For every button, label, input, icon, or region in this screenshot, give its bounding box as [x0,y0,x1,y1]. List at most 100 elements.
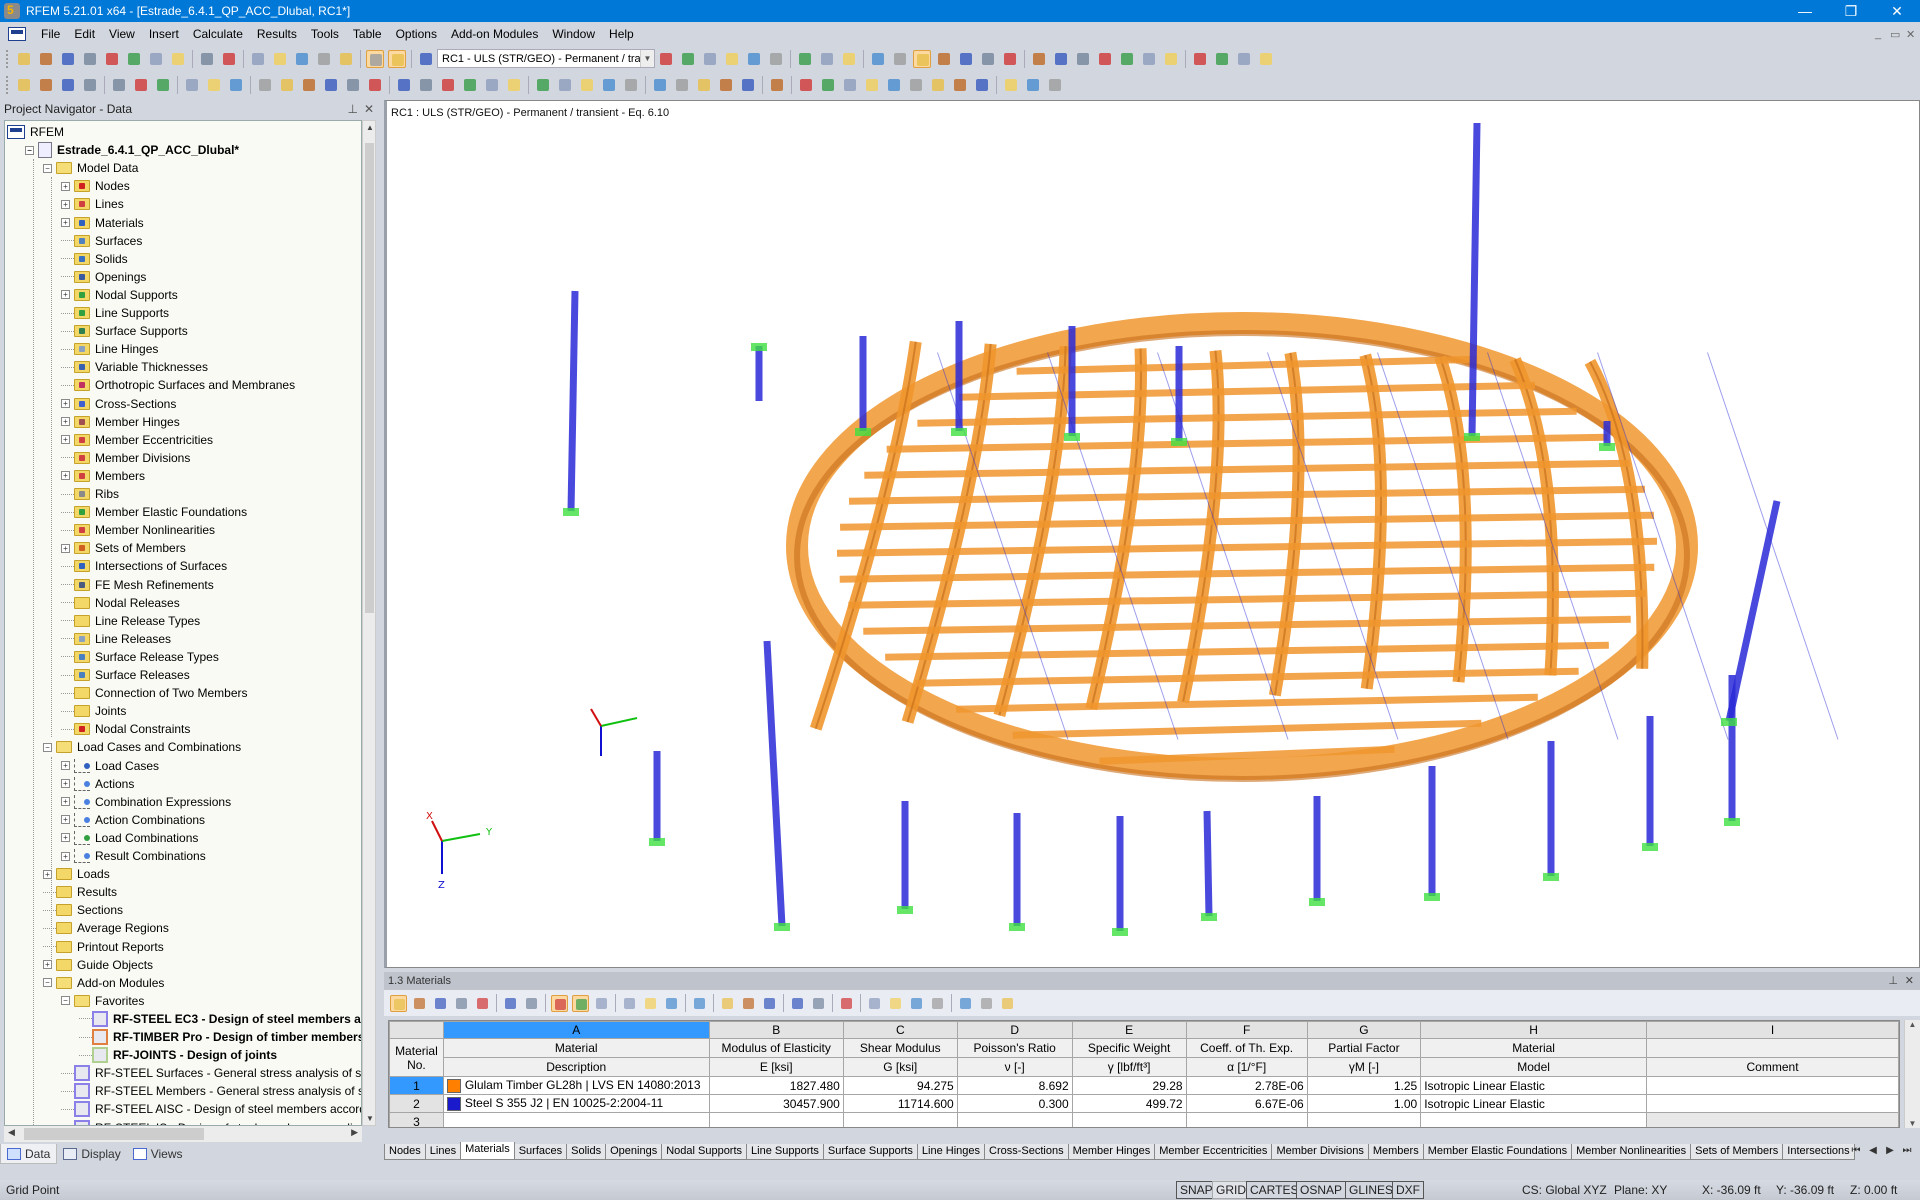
tree-item-result-combinations[interactable]: + Result Combinations [61,847,206,865]
collapse-icon[interactable]: − [61,996,70,1006]
mdi-minimize-button[interactable]: _ [1875,28,1881,40]
tree-item-member-hinges[interactable]: + Member Hinges [61,413,180,431]
result-filter-icon[interactable] [979,50,997,68]
save-archive-icon[interactable] [81,50,99,68]
delete-row-icon[interactable] [432,995,449,1012]
settings-icon[interactable] [1140,50,1158,68]
tree-item-surface-supports[interactable]: Surface Supports [61,322,188,340]
tree-item-ribs[interactable]: Ribs [61,485,119,503]
dimension-set-icon[interactable] [819,76,837,94]
open-archive-icon[interactable] [59,50,77,68]
cell-model[interactable]: Isotropic Linear Elastic [1420,1076,1648,1095]
line-support-icon[interactable] [132,76,150,94]
tree-item-nodal-supports[interactable]: + Nodal Supports [61,286,178,304]
table-tab-openings[interactable]: Openings [605,1144,663,1160]
expand-icon[interactable]: + [61,761,70,770]
shift-right-icon[interactable] [761,995,778,1012]
navigator-toggle-icon[interactable] [366,49,384,68]
collapse-icon[interactable]: − [43,978,52,988]
table-style-icon[interactable] [973,76,991,94]
menu-edit[interactable]: Edit [67,27,102,41]
cell-gammam[interactable] [1306,1112,1422,1127]
add-to-selection-icon[interactable] [315,50,333,68]
import-a-icon[interactable] [1235,50,1253,68]
expand-icon[interactable]: + [61,815,70,825]
new-line-icon[interactable] [37,76,55,94]
undo-icon[interactable] [198,50,216,68]
column-header-c[interactable]: C [842,1021,958,1039]
cell-gammam[interactable]: 1.25 [1306,1076,1422,1095]
col-highlight-icon[interactable] [789,995,806,1012]
result-diagram-icon[interactable] [840,50,858,68]
cell-gammam[interactable]: 1.00 [1306,1094,1422,1113]
tree-item-nodes[interactable]: + Nodes [61,177,130,195]
table-tab-materials[interactable]: Materials [460,1142,515,1160]
tree-item-openings[interactable]: Openings [61,268,146,286]
menu-add-on-modules[interactable]: Add-on Modules [444,27,545,41]
import-left-icon[interactable] [502,995,519,1012]
move-center-icon[interactable] [642,995,659,1012]
column-header-i[interactable]: I [1646,1021,1899,1039]
tree-item-nodal-releases[interactable]: Nodal Releases [61,594,180,612]
structure-load-icon[interactable] [439,76,457,94]
new-window-icon[interactable] [337,50,355,68]
tree-item-model-data[interactable]: − Model Data [43,159,138,177]
table-tab-line-supports[interactable]: Line Supports [746,1144,824,1160]
cell-nu[interactable]: 8.692 [956,1076,1073,1095]
solid-sections-icon[interactable] [957,50,975,68]
menu-file[interactable]: File [34,27,67,41]
refresh-icon[interactable] [593,995,610,1012]
cell-model[interactable]: Isotropic Linear Elastic [1420,1094,1648,1113]
solid-model-icon[interactable] [913,49,931,68]
table-tab-intersections[interactable]: Intersections [1782,1144,1855,1160]
excel-export-icon[interactable] [908,995,925,1012]
tree-item-nodal-constraints[interactable]: Nodal Constraints [61,720,190,738]
osnap-toggle[interactable]: OSNAP [1296,1181,1347,1199]
collapse-icon[interactable]: − [43,742,52,752]
delete-objects-icon[interactable] [1096,50,1114,68]
corner-cell[interactable] [389,1021,444,1039]
navigator-horizontal-scrollbar[interactable]: ◀ ▶ [4,1126,362,1142]
tree-item-loads[interactable]: + Loads [43,865,110,883]
tree-item-rf-steel-is-design-of-steel-members-acco[interactable]: RF-STEEL IS - Design of steel members ac… [61,1119,361,1125]
section-view-icon[interactable] [1001,50,1019,68]
formula-clear-icon[interactable] [999,995,1016,1012]
expand-icon[interactable]: + [61,290,70,300]
redo-icon[interactable] [220,50,238,68]
mdi-restore-button[interactable]: ▭ [1890,28,1900,41]
new-surface-icon[interactable] [256,76,274,94]
column-header-g[interactable]: G [1306,1021,1422,1039]
navigator-vertical-scrollbar[interactable]: ▲ ▼ [362,120,376,1126]
node-on-line-icon[interactable] [417,76,435,94]
tree-item-rf-steel-aisc-design-of-steel-members-ac[interactable]: RF-STEEL AISC - Design of steel members … [61,1100,361,1118]
menu-results[interactable]: Results [250,27,304,41]
surface-support-icon[interactable] [154,76,172,94]
result-combo-icon[interactable] [505,76,523,94]
cell-g[interactable]: 94.275 [842,1076,958,1095]
restore-button[interactable]: ❐ [1828,0,1874,22]
tree-item-sets-of-members[interactable]: + Sets of Members [61,539,186,557]
tree-item-results[interactable]: Results [43,883,117,901]
cell-alpha[interactable]: 2.78E-06 [1185,1076,1308,1095]
tree-item-estrade-6-4-1-qp-acc-dlubal[interactable]: − Estrade_6.4.1_QP_ACC_Dlubal* [25,141,239,159]
tree-item-lines[interactable]: + Lines [61,195,124,213]
cell-comment[interactable] [1646,1076,1899,1095]
table-tab-member-hinges[interactable]: Member Hinges [1067,1144,1156,1160]
cell-model[interactable] [1420,1112,1648,1127]
cell-nu[interactable] [956,1112,1073,1127]
show-values-icon[interactable] [701,50,719,68]
parameter-icon[interactable] [957,995,974,1012]
load-wizard-icon[interactable] [461,76,479,94]
zoom-reset-icon[interactable] [578,76,596,94]
color-palette-icon[interactable] [1046,76,1064,94]
tree-item-member-nonlinearities[interactable]: Member Nonlinearities [61,521,215,539]
expand-icon[interactable]: + [61,417,70,427]
table-tab-surface-supports[interactable]: Surface Supports [822,1144,918,1160]
expand-icon[interactable]: + [61,779,70,789]
view-x-icon[interactable] [651,76,669,94]
hscroll-thumb[interactable] [24,1128,204,1140]
cell-e[interactable]: 30457.900 [708,1094,844,1113]
menu-insert[interactable]: Insert [142,27,186,41]
results-table-icon[interactable] [818,50,836,68]
tree-item-combination-expressions[interactable]: + Combination Expressions [61,793,231,811]
